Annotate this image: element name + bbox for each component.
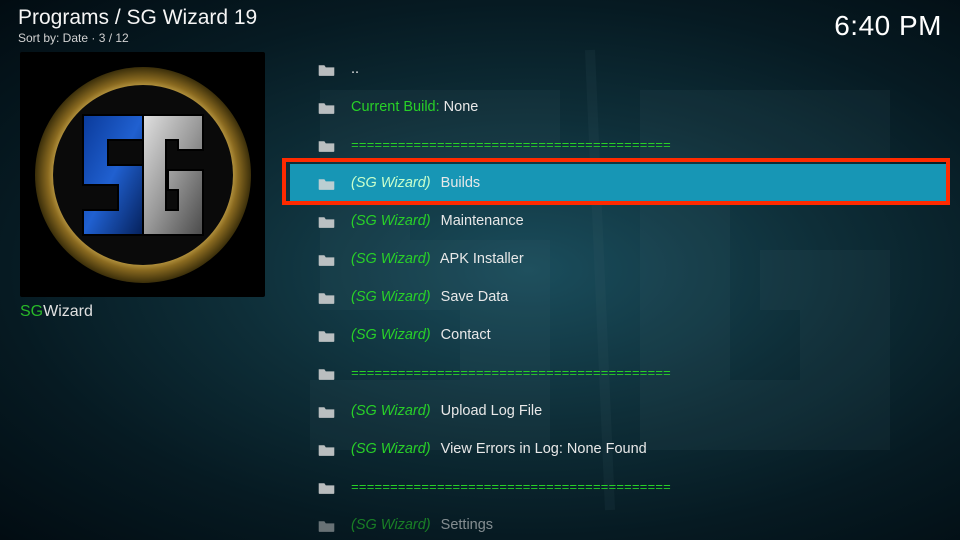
list-row[interactable]: (SG Wizard) Save Data — [290, 278, 950, 316]
header: Programs / SG Wizard 19 Sort by: Date · … — [18, 6, 942, 45]
list-row[interactable]: Current Build: None — [290, 88, 950, 126]
entry-prefix: (SG Wizard) — [351, 441, 431, 457]
list-row[interactable]: (SG Wizard) Upload Log File — [290, 392, 950, 430]
entry-label: Contact — [437, 327, 491, 343]
entry-prefix: (SG Wizard) — [351, 289, 431, 305]
entry-label: Settings — [437, 517, 493, 533]
list-row[interactable]: (SG Wizard) View Errors in Log: None Fou… — [290, 430, 950, 468]
menu-list[interactable]: .. Current Build: None ===================… — [290, 50, 950, 540]
folder-icon — [318, 139, 335, 152]
clock: 6:40 PM — [834, 10, 942, 42]
entry-prefix: (SG Wizard) — [351, 517, 431, 533]
folder-icon — [318, 291, 335, 304]
list-row[interactable]: (SG Wizard) APK Installer — [290, 240, 950, 278]
entry-label: Upload Log File — [437, 403, 543, 419]
entry-label: Maintenance — [437, 213, 524, 229]
list-row[interactable]: ========================================… — [290, 468, 950, 506]
addon-name-label: SGWizard — [20, 303, 265, 321]
list-row[interactable]: ========================================… — [290, 126, 950, 164]
folder-icon — [318, 177, 335, 190]
entry-prefix: (SG Wizard) — [351, 251, 431, 267]
sort-by-line: Sort by: Date · 3 / 12 — [18, 31, 257, 45]
breadcrumb: Programs / SG Wizard 19 — [18, 6, 257, 30]
folder-icon — [318, 101, 335, 114]
entry-label: Builds — [437, 175, 481, 191]
folder-icon — [318, 329, 335, 342]
entry-prefix: (SG Wizard) — [351, 327, 431, 343]
addon-thumbnail — [20, 52, 265, 297]
status-plain: None — [440, 99, 479, 115]
list-row[interactable]: ========================================… — [290, 354, 950, 392]
status-green: Current Build: — [351, 99, 440, 115]
folder-icon — [318, 215, 335, 228]
folder-icon — [318, 405, 335, 418]
folder-icon — [318, 63, 335, 76]
folder-icon — [318, 367, 335, 380]
entry-label: APK Installer — [437, 251, 524, 267]
entry-prefix: (SG Wizard) — [351, 403, 431, 419]
folder-icon — [318, 253, 335, 266]
parent-dir-label: .. — [351, 61, 359, 77]
folder-icon — [318, 519, 335, 532]
list-row[interactable]: .. — [290, 50, 950, 88]
folder-icon — [318, 443, 335, 456]
entry-prefix: (SG Wizard) — [351, 175, 431, 191]
separator-line: ========================================… — [351, 138, 671, 153]
list-row[interactable]: (SG Wizard) Settings — [290, 506, 950, 540]
addon-name-wizard: Wizard — [43, 303, 93, 320]
entry-label: View Errors in Log: None Found — [437, 441, 647, 457]
list-row[interactable]: (SG Wizard) Contact — [290, 316, 950, 354]
entry-label: Save Data — [437, 289, 509, 305]
sidebar: SGWizard — [20, 52, 265, 321]
separator-line: ========================================… — [351, 480, 671, 495]
entry-prefix: (SG Wizard) — [351, 213, 431, 229]
list-row[interactable]: (SG Wizard) Builds — [290, 164, 950, 202]
folder-icon — [318, 481, 335, 494]
separator-line: ========================================… — [351, 366, 671, 381]
addon-name-sg: SG — [20, 303, 43, 320]
list-row[interactable]: (SG Wizard) Maintenance — [290, 202, 950, 240]
